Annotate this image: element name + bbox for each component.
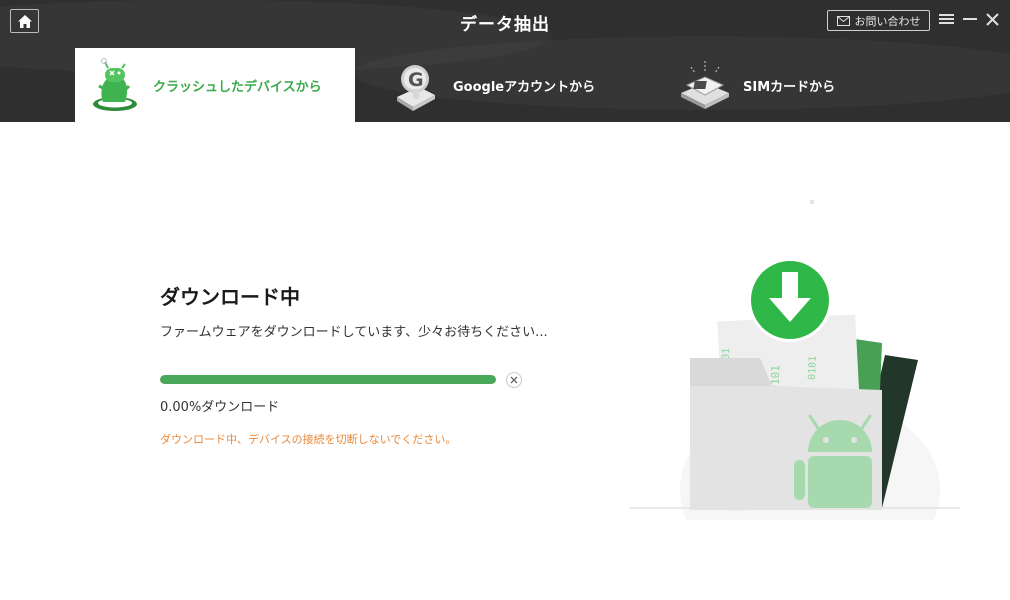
tab-crashed-device[interactable]: クラッシュしたデバイスから	[75, 48, 355, 122]
binary-text-3: 0101	[807, 356, 819, 380]
warning-message: ダウンロード中、デバイスの接続を切断しないでください。	[160, 433, 457, 446]
google-g-icon: G	[387, 55, 443, 115]
tab-sim-card-label: SIMカードから	[743, 79, 836, 95]
menu-icon	[938, 14, 954, 24]
contact-button[interactable]: お問い合わせ	[827, 10, 930, 31]
svg-text:G: G	[408, 69, 424, 91]
cancel-icon	[510, 376, 518, 384]
minimize-button[interactable]	[961, 9, 979, 29]
progress-label: 0.00%ダウンロード	[160, 400, 280, 415]
download-arrow-icon	[748, 258, 832, 342]
page-title: ダウンロード中	[160, 285, 300, 309]
tab-google-account-label: Googleアカウントから	[453, 79, 596, 95]
tab-crashed-device-label: クラッシュしたデバイスから	[153, 79, 322, 95]
progress-fill	[160, 375, 496, 384]
contact-label: お問い合わせ	[854, 14, 921, 28]
mail-icon	[836, 15, 850, 26]
tab-google-account[interactable]: G Googleアカウントから	[375, 48, 635, 122]
minimize-icon	[963, 18, 977, 20]
title-bar: データ抽出 お問い合わせ クラッシュしたデバイスから G Googleアカウント…	[0, 0, 1010, 122]
download-illustration: 0101 010101 0101	[630, 200, 960, 520]
download-progress-bar	[160, 375, 496, 384]
close-icon	[985, 12, 999, 26]
close-button[interactable]	[983, 9, 1001, 29]
crashed-android-icon	[87, 55, 143, 115]
tab-sim-card[interactable]: SIMカードから	[665, 48, 925, 122]
cancel-download-button[interactable]	[506, 372, 522, 388]
menu-button[interactable]	[937, 9, 955, 29]
sim-card-icon	[677, 55, 733, 115]
status-message: ファームウェアをダウンロードしています、少々お待ちください...	[160, 325, 548, 340]
